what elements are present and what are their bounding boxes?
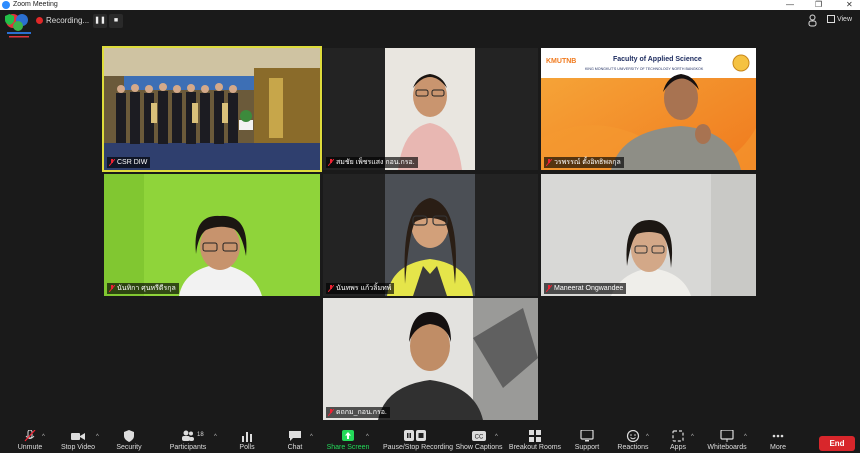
chat-bubble-icon <box>289 431 301 441</box>
pause-stop-recording-button[interactable]: Pause/Stop Recording <box>383 430 454 451</box>
more-label: More <box>770 444 786 451</box>
security-shield-icon[interactable] <box>5 14 14 25</box>
breakout-rooms-label: Breakout Rooms <box>508 444 562 451</box>
end-meeting-button[interactable]: End <box>819 436 855 451</box>
muted-mic-icon <box>109 158 115 166</box>
pause-stop-recording-label: Pause/Stop Recording <box>383 444 454 451</box>
recording-label: Recording... <box>46 16 90 25</box>
muted-microphone-icon <box>24 430 36 442</box>
share-options-caret-icon[interactable]: ^ <box>366 434 369 440</box>
banner-subtitle: KING MONGKUT'S UNIVERSITY OF TECHNOLOGY … <box>585 67 704 71</box>
participant-name: ดถกม_กอน.กรอ. <box>336 409 387 416</box>
participant-name: สมชัย เพ็ชรแสง กอน.กรอ. <box>336 159 415 166</box>
participant-name-tag: วรพรรณ์ ตั้งอิทธิพลกุล <box>544 157 624 168</box>
video-tile[interactable]: ดถกม_กอน.กรอ. <box>323 298 538 420</box>
participant-name-tag: CSR DIW <box>107 157 151 168</box>
participants-icon <box>182 430 194 441</box>
video-tile[interactable]: KMUTNB Faculty of Applied Science KING M… <box>541 48 756 170</box>
participant-video <box>541 174 756 296</box>
participants-label: Participants <box>169 444 207 451</box>
chat-button[interactable]: Chat <box>265 430 325 451</box>
reactions-smiley-icon <box>626 430 640 442</box>
video-tile[interactable]: นันทิกา ศุนหรีดีรกุล <box>104 174 320 296</box>
participant-video <box>323 48 538 170</box>
window-title: Zoom Meeting <box>13 1 58 8</box>
video-tile[interactable]: Maneerat Ongwandee <box>541 174 756 296</box>
polls-bar-icon <box>242 432 252 442</box>
participant-name: Maneerat Ongwandee <box>554 285 624 292</box>
participant-name-tag: Maneerat Ongwandee <box>544 283 627 294</box>
view-button[interactable]: View <box>826 14 852 26</box>
video-camera-icon <box>71 433 85 440</box>
more-button[interactable]: More <box>748 430 808 451</box>
kmutnb-logo: KMUTNB <box>546 58 577 65</box>
participant-video <box>323 174 538 296</box>
video-tile[interactable]: CSR DIW <box>102 46 322 172</box>
banner-title: Faculty of Applied Science <box>613 56 702 63</box>
recording-indicator: Recording... <box>36 14 89 28</box>
participant-name: CSR DIW <box>117 159 148 166</box>
security-label: Security <box>116 444 142 451</box>
participant-video <box>323 298 538 420</box>
whiteboards-options-caret-icon[interactable]: ^ <box>744 434 747 440</box>
participant-name-tag: นันทพร แก้วลิ้มทพ์ <box>326 283 395 294</box>
close-icon[interactable]: ✕ <box>846 0 853 10</box>
participant-name: นันทพร แก้วลิ้มทพ์ <box>336 285 392 292</box>
participant-name-tag: ดถกม_กอน.กรอ. <box>326 407 390 418</box>
participant-name: วรพรรณ์ ตั้งอิทธิพลกุล <box>554 159 621 166</box>
apps-options-caret-icon[interactable]: ^ <box>691 434 694 440</box>
security-shield-toolbar-icon <box>124 430 134 442</box>
muted-mic-icon <box>328 158 334 166</box>
chat-options-caret-icon[interactable]: ^ <box>310 434 313 440</box>
apps-icon <box>672 430 684 442</box>
whiteboard-icon <box>720 430 734 442</box>
meeting-top-bar <box>0 10 860 38</box>
video-tile[interactable]: สมชัย เพ็ชรแสง กอน.กรอ. <box>323 48 538 170</box>
share-screen-button[interactable]: Share Screen <box>318 430 378 451</box>
support-screen-icon <box>580 430 594 442</box>
security-button[interactable]: Security <box>99 430 159 451</box>
pause-stop-recording-icon <box>404 430 426 441</box>
captions-cc-icon: CC <box>472 431 486 441</box>
share-screen-icon <box>342 430 354 441</box>
participant-name-tag: นันทิกา ศุนหรีดีรกุล <box>107 283 179 294</box>
participants-count: 18 <box>197 432 204 438</box>
captions-options-caret-icon[interactable]: ^ <box>495 434 498 440</box>
maximize-icon[interactable]: ❐ <box>815 0 822 10</box>
participant-name-tag: สมชัย เพ็ชรแสง กอน.กรอ. <box>326 157 418 168</box>
stop-recording-button[interactable]: ■ <box>109 14 123 28</box>
grid-view-icon <box>826 15 835 24</box>
participant-name: นันทิกา ศุนหรีดีรกุล <box>117 285 176 292</box>
breakout-rooms-button[interactable]: Breakout Rooms <box>505 430 565 451</box>
muted-mic-icon <box>328 408 334 416</box>
group-photo-video <box>104 48 320 170</box>
participant-video <box>104 174 320 296</box>
breakout-rooms-grid-icon <box>529 430 541 442</box>
show-captions-button[interactable]: CC Show Captions <box>449 430 509 451</box>
pause-recording-button[interactable]: ❚❚ <box>93 14 107 28</box>
minimize-icon[interactable]: — <box>786 0 794 10</box>
muted-mic-icon <box>328 284 334 292</box>
view-label: View <box>836 16 852 23</box>
muted-mic-icon <box>109 284 115 292</box>
svg-text:CC: CC <box>475 435 484 441</box>
video-tile[interactable]: นันทพร แก้วลิ้มทพ์ <box>323 174 538 296</box>
muted-mic-icon <box>546 284 552 292</box>
zoom-logo-icon <box>2 1 10 9</box>
more-ellipsis-icon <box>772 434 784 438</box>
participants-button[interactable]: Participants <box>158 430 218 451</box>
muted-mic-icon <box>546 158 552 166</box>
share-screen-label: Share Screen <box>326 444 370 451</box>
chat-label: Chat <box>287 444 303 451</box>
audio-options-caret-icon[interactable]: ^ <box>42 434 45 440</box>
recording-dot-icon <box>36 17 43 25</box>
participant-icon[interactable] <box>808 14 817 27</box>
window-title-bar: Zoom Meeting — ❐ ✕ <box>0 0 860 10</box>
show-captions-label: Show Captions <box>455 444 503 451</box>
